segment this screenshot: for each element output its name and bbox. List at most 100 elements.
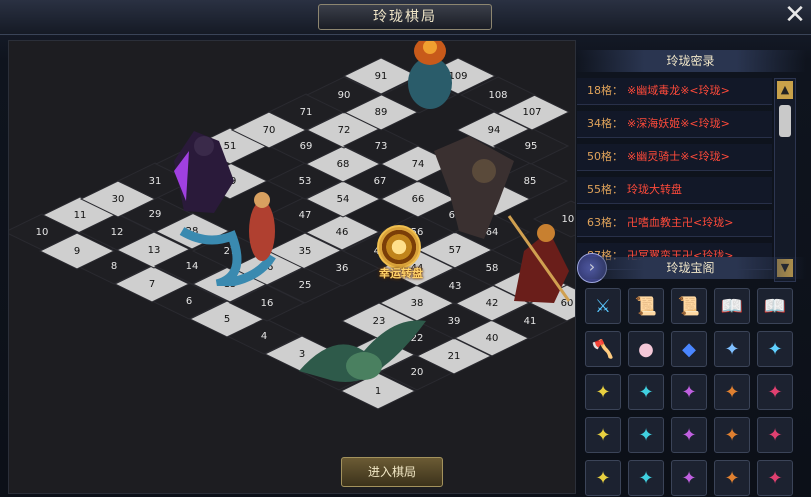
- records-list: 18格： ※幽域毒龙※<玲珑> 34格： ※深海妖姬※<玲珑> 50格： ※幽灵骑士※<玲…: [577, 78, 772, 278]
- rune-icon[interactable]: ✦: [714, 460, 750, 496]
- cell-number: 107: [522, 107, 541, 118]
- rune-icon[interactable]: ✦: [714, 417, 750, 453]
- cell-number: 53: [299, 176, 312, 187]
- cell-number: 11: [74, 210, 87, 221]
- cell-number: 85: [524, 176, 537, 187]
- blade-icon[interactable]: ⚔: [585, 288, 621, 324]
- cell-number: 91: [375, 71, 388, 82]
- cell-number: 8: [111, 261, 117, 272]
- rune-icon[interactable]: ✦: [671, 460, 707, 496]
- rune-icon[interactable]: ✦: [757, 331, 793, 367]
- cell-number: 10: [36, 227, 49, 238]
- record-grid: 50格：: [587, 150, 623, 163]
- record-name: 玲珑大转盘: [627, 183, 682, 196]
- scroll-icon[interactable]: 📜: [628, 288, 664, 324]
- cell-number: 89: [375, 107, 388, 118]
- cell-number: 1: [375, 386, 381, 397]
- cell-number: 36: [336, 263, 349, 274]
- cell-number: 40: [486, 333, 499, 344]
- close-icon[interactable]: ✕: [782, 2, 808, 28]
- rune-icon[interactable]: ✦: [628, 374, 664, 410]
- game-window: 玲珑棋局 ✕ 123456789101112131415161920212223…: [0, 0, 811, 497]
- cell-number: 68: [337, 159, 350, 170]
- cell-number: 39: [448, 316, 461, 327]
- lucky-wheel-label: 幸运转盘: [379, 267, 423, 280]
- rune-icon[interactable]: ✦: [671, 417, 707, 453]
- record-name: ※幽域毒龙※<玲珑>: [627, 84, 730, 97]
- cell-number: 35: [299, 246, 312, 257]
- rune-icon[interactable]: ✦: [714, 331, 750, 367]
- rune-icon[interactable]: ✦: [628, 460, 664, 496]
- scroll-up-icon[interactable]: ▲: [777, 81, 793, 99]
- chess-board: 1234567891011121314151619202122232526272…: [8, 40, 576, 494]
- rune-icon[interactable]: ✦: [757, 460, 793, 496]
- cell-number: 16: [261, 298, 274, 309]
- board-grid: 1234567891011121314151619202122232526272…: [9, 57, 575, 410]
- cell-number: 6: [186, 296, 192, 307]
- treasure-header: 玲珑宝阁: [575, 257, 806, 279]
- cell-number: 38: [411, 298, 424, 309]
- rune-icon[interactable]: ✦: [757, 374, 793, 410]
- record-row[interactable]: 34格： ※深海妖姬※<玲珑>: [577, 111, 772, 138]
- monster-blood-lord[interactable]: [504, 211, 574, 306]
- record-row[interactable]: 18格： ※幽域毒龙※<玲珑>: [577, 78, 772, 105]
- rune-icon[interactable]: ✦: [714, 374, 750, 410]
- pearl-icon[interactable]: ●: [628, 331, 664, 367]
- cell-number: 7: [149, 279, 155, 290]
- rune-icon[interactable]: ✦: [628, 417, 664, 453]
- cell-number: 46: [336, 227, 349, 238]
- cell-number: 41: [524, 316, 537, 327]
- axe-icon[interactable]: 🪓: [585, 331, 621, 367]
- record-row[interactable]: 63格： 卍嗜血教主卍<玲珑>: [577, 210, 772, 237]
- book-icon[interactable]: 📖: [714, 288, 750, 324]
- cell-number: 29: [149, 209, 162, 220]
- window-title: 玲珑棋局: [318, 4, 492, 30]
- cell-number: 30: [112, 194, 125, 205]
- cell-number: 95: [525, 141, 538, 152]
- rune-icon[interactable]: ✦: [757, 417, 793, 453]
- cell-number: 43: [449, 281, 462, 292]
- cell-number: 13: [148, 245, 161, 256]
- scroll-thumb[interactable]: [779, 105, 791, 137]
- monster-winged-king[interactable]: [294, 311, 429, 386]
- cell-number: 21: [448, 351, 461, 362]
- record-row[interactable]: 55格： 玲珑大转盘: [577, 177, 772, 204]
- cell-number: 31: [149, 176, 162, 187]
- cell-number: 74: [412, 159, 425, 170]
- cell-number: 25: [299, 280, 312, 291]
- lucky-wheel[interactable]: 幸运转盘: [371, 225, 427, 295]
- records-scrollbar[interactable]: ▲ ▼: [774, 78, 796, 282]
- record-name: 卍嗜血教主卍<玲珑>: [627, 216, 734, 229]
- record-name: ※幽灵骑士※<玲珑>: [627, 150, 730, 163]
- enter-board-button[interactable]: 进入棋局: [341, 457, 443, 487]
- rune-icon[interactable]: ✦: [585, 374, 621, 410]
- monster-fire-boss[interactable]: [399, 41, 461, 113]
- record-name: ※深海妖姬※<玲珑>: [627, 117, 730, 130]
- side-panel: 玲珑密录 18格： ※幽域毒龙※<玲珑> 34格： ※深海妖姬※<玲珑> 50格： ※幽灵…: [575, 40, 806, 496]
- cell-number: 70: [263, 125, 276, 136]
- cell-number: 58: [486, 263, 499, 274]
- rune-icon[interactable]: ✦: [671, 374, 707, 410]
- cell-number: 66: [412, 194, 425, 205]
- cell-number: 9: [74, 246, 80, 257]
- cell-number: 71: [300, 107, 313, 118]
- gem-icon[interactable]: ◆: [671, 331, 707, 367]
- book-icon[interactable]: 📖: [757, 288, 793, 324]
- cell-number: 90: [338, 90, 351, 101]
- rune-icon[interactable]: ✦: [585, 460, 621, 496]
- cell-number: 54: [337, 194, 350, 205]
- record-grid: 55格：: [587, 183, 623, 196]
- cell-number: 69: [300, 141, 313, 152]
- monster-sea-siren[interactable]: [177, 186, 292, 286]
- record-row[interactable]: 50格： ※幽灵骑士※<玲珑>: [577, 144, 772, 171]
- cell-number: 4: [261, 331, 267, 342]
- cell-number: 47: [299, 210, 312, 221]
- red-scroll-icon[interactable]: 📜: [671, 288, 707, 324]
- cell-number: 108: [488, 90, 507, 101]
- cell-number: 73: [375, 141, 388, 152]
- title-bar: 玲珑棋局 ✕: [0, 0, 811, 35]
- cell-number: 5: [224, 314, 230, 325]
- record-grid: 18格：: [587, 84, 623, 97]
- rune-icon[interactable]: ✦: [585, 417, 621, 453]
- lucky-wheel-icon: [377, 225, 421, 269]
